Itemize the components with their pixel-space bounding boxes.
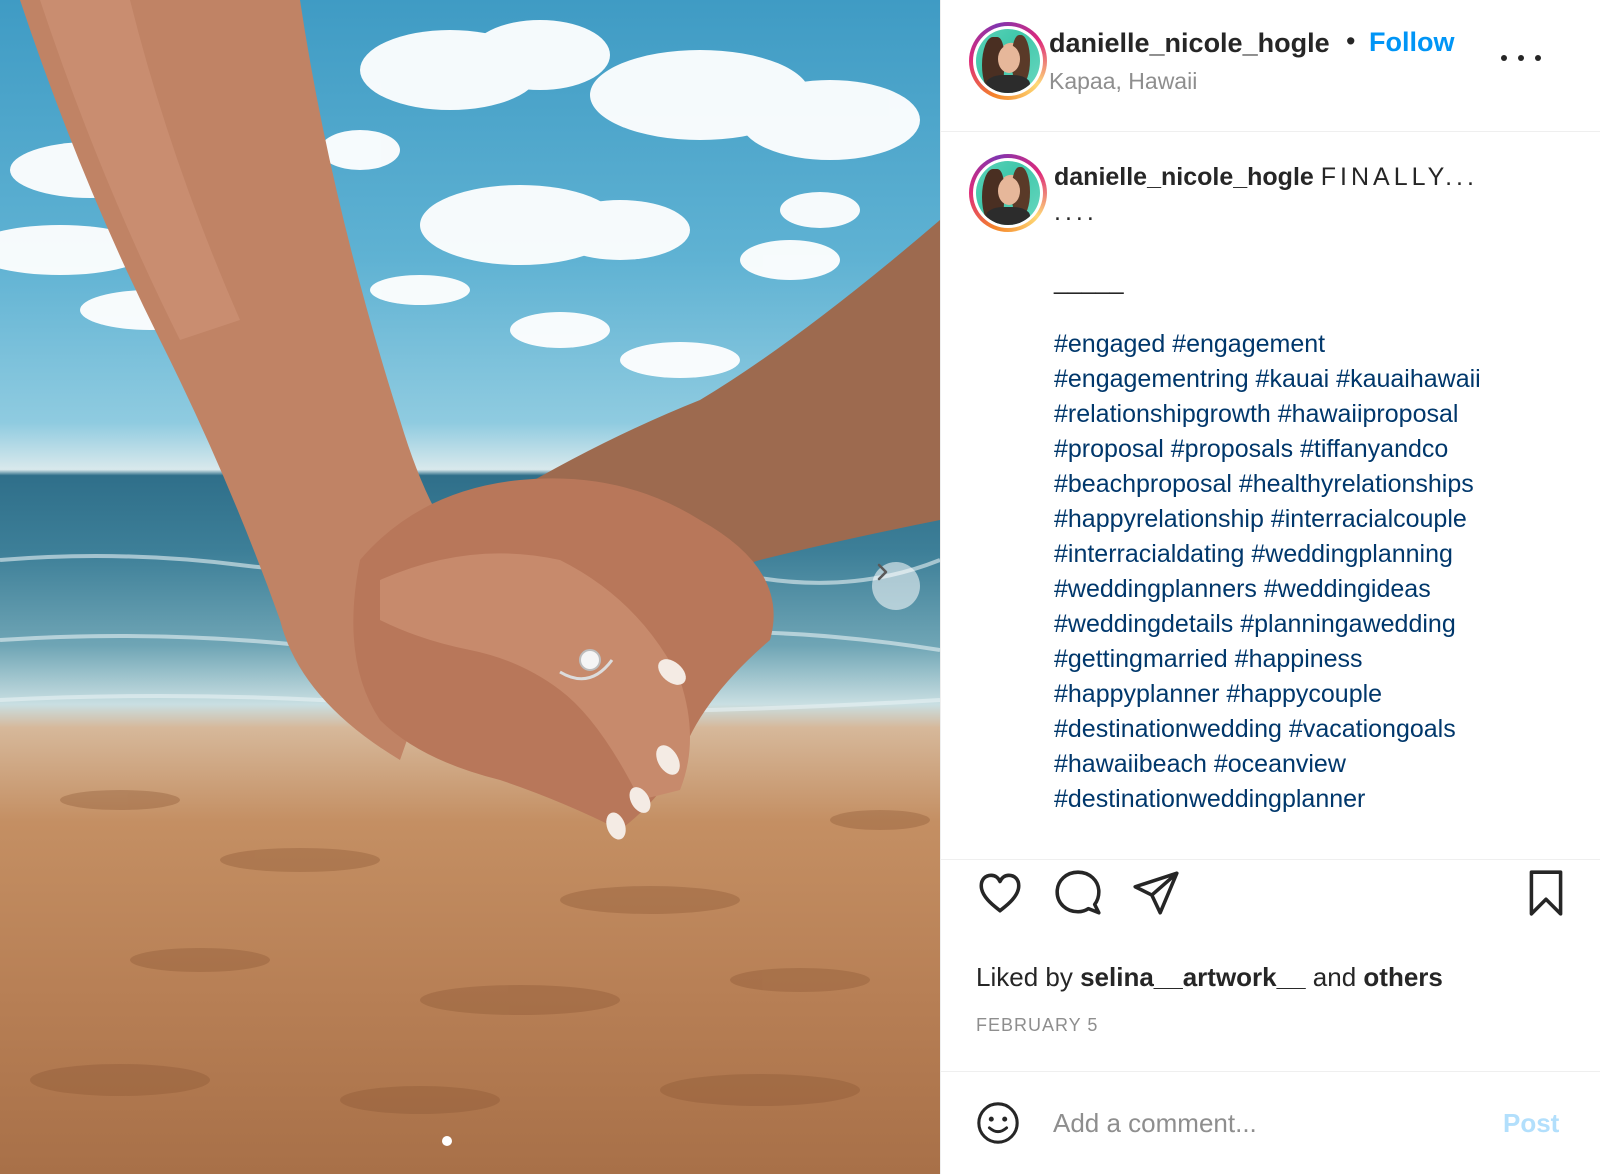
comment-icon xyxy=(1055,870,1101,915)
comment-bar: Post xyxy=(941,1071,1600,1174)
like-button[interactable] xyxy=(975,868,1025,918)
avatar-image xyxy=(976,29,1040,93)
caption-avatar[interactable] xyxy=(969,154,1047,232)
hashtag[interactable]: #oceanview xyxy=(1214,750,1346,778)
liked-by-others-link[interactable]: others xyxy=(1363,962,1442,992)
hashtag[interactable]: #engagement xyxy=(1172,330,1325,358)
hashtag[interactable]: #weddingplanning xyxy=(1251,540,1453,568)
avatar-image xyxy=(976,161,1040,225)
likes-conjunction: and xyxy=(1312,962,1357,992)
likes-summary: Liked by selina__artwork__ and others xyxy=(976,962,1443,993)
caption-rule: _____ xyxy=(1054,267,1124,295)
hashtag[interactable]: #engaged xyxy=(1054,330,1165,358)
likes-prefix: Liked by xyxy=(976,962,1073,992)
hashtag[interactable]: #proposal xyxy=(1054,435,1164,463)
carousel-indicator xyxy=(442,1136,452,1146)
hashtag[interactable]: #happiness xyxy=(1235,645,1363,673)
hashtag[interactable]: #weddingideas xyxy=(1264,575,1431,603)
hashtag-list: #engaged #engagement #engagementring #ka… xyxy=(1054,327,1584,817)
hashtag[interactable]: #weddingdetails xyxy=(1054,610,1233,638)
author-username[interactable]: danielle_nicole_hogle xyxy=(1049,28,1330,59)
hashtag[interactable]: #hawaiibeach xyxy=(1054,750,1207,778)
liked-by-user-link[interactable]: selina__artwork__ xyxy=(1080,962,1305,992)
caption-text: danielle_nicole_hogle FINALLY... .... __… xyxy=(1054,160,1584,817)
hashtag[interactable]: #vacationgoals xyxy=(1289,715,1456,743)
hashtag[interactable]: #happyrelationship xyxy=(1054,505,1264,533)
comment-input[interactable] xyxy=(1053,1100,1483,1146)
hashtag[interactable]: #beachproposal xyxy=(1054,470,1232,498)
hashtag[interactable]: #interracialdating xyxy=(1054,540,1244,568)
comment-button[interactable] xyxy=(1053,868,1103,918)
hashtag[interactable]: #relationshipgrowth xyxy=(1054,400,1271,428)
hashtag[interactable]: #proposals xyxy=(1171,435,1293,463)
post-details-panel: danielle_nicole_hogle • Follow Kapaa, Ha… xyxy=(940,0,1600,1174)
follow-button[interactable]: Follow xyxy=(1369,27,1454,58)
emoji-button[interactable] xyxy=(975,1100,1021,1146)
caption-username[interactable]: danielle_nicole_hogle xyxy=(1054,163,1314,191)
hashtag[interactable]: #weddingplanners xyxy=(1054,575,1257,603)
hashtag[interactable]: #happycouple xyxy=(1226,680,1382,708)
hashtag[interactable]: #engagementring xyxy=(1054,365,1249,393)
caption-section: danielle_nicole_hogle FINALLY... .... __… xyxy=(941,132,1600,860)
hashtag[interactable]: #tiffanyandco xyxy=(1300,435,1448,463)
post-actions xyxy=(941,868,1600,938)
hashtag[interactable]: #kauai xyxy=(1256,365,1330,393)
caption-body-continued: .... xyxy=(1054,198,1098,226)
hashtag[interactable]: #kauaihawaii xyxy=(1336,365,1481,393)
hashtag[interactable]: #destinationwedding xyxy=(1054,715,1282,743)
more-options-icon[interactable] xyxy=(1501,44,1541,72)
emoji-icon xyxy=(977,1102,1019,1144)
post-photo[interactable] xyxy=(0,0,940,1174)
post-comment-button[interactable]: Post xyxy=(1503,1108,1559,1139)
chevron-right-icon xyxy=(877,563,888,581)
next-photo-button[interactable] xyxy=(872,562,920,610)
photo-illustration xyxy=(0,0,940,1114)
share-icon xyxy=(1133,871,1179,915)
post-location[interactable]: Kapaa, Hawaii xyxy=(1049,68,1197,95)
author-avatar[interactable] xyxy=(969,22,1047,100)
hashtag[interactable]: #planningawedding xyxy=(1240,610,1455,638)
hashtag[interactable]: #healthyrelationships xyxy=(1239,470,1474,498)
post-date[interactable]: FEBRUARY 5 xyxy=(976,1015,1098,1036)
heart-icon xyxy=(979,873,1021,913)
hashtag[interactable]: #gettingmarried xyxy=(1054,645,1228,673)
bookmark-icon xyxy=(1529,870,1563,916)
save-button[interactable] xyxy=(1521,868,1571,918)
share-button[interactable] xyxy=(1131,868,1181,918)
separator-dot: • xyxy=(1346,26,1356,56)
hashtag[interactable]: #interracialcouple xyxy=(1271,505,1467,533)
post-header: danielle_nicole_hogle • Follow Kapaa, Ha… xyxy=(941,0,1600,132)
caption-body: FINALLY... xyxy=(1320,163,1478,191)
hashtag[interactable]: #destinationweddingplanner xyxy=(1054,785,1365,813)
hashtag[interactable]: #hawaiiproposal xyxy=(1278,400,1459,428)
hashtag[interactable]: #happyplanner xyxy=(1054,680,1219,708)
